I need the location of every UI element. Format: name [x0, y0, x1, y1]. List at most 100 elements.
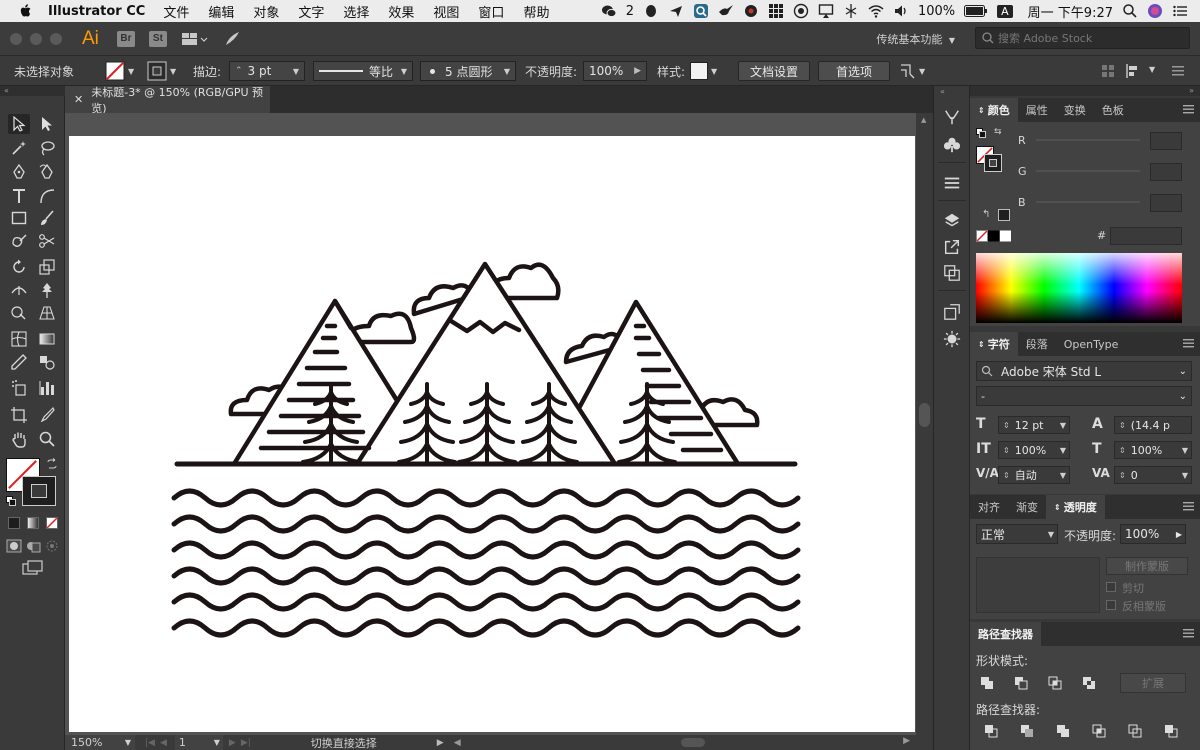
first-artboard-icon[interactable]: |◀ [145, 738, 155, 748]
opacity-field[interactable]: 100% ▶ [583, 61, 647, 81]
tab-character[interactable]: ⇕ 字符 [970, 332, 1018, 356]
artboard[interactable] [69, 136, 915, 732]
tracking-field[interactable]: ⇕ 0 ▼ [1114, 466, 1192, 484]
brushes-panel-button[interactable] [941, 106, 963, 128]
paintbrush-tool[interactable] [36, 208, 58, 228]
clock[interactable]: 周一 下午9:27 [1028, 2, 1113, 21]
intersect-icon[interactable] [1048, 676, 1062, 690]
color-spectrum[interactable] [976, 253, 1182, 323]
window-minimize-button[interactable] [30, 32, 42, 45]
window-zoom-button[interactable] [50, 32, 62, 45]
panel-menu-icon[interactable] [1183, 628, 1194, 638]
invert-mask-checkbox[interactable] [1106, 600, 1116, 610]
exclude-icon[interactable] [1082, 676, 1096, 690]
graphic-style-picker[interactable]: ▼ [690, 61, 717, 81]
eyedropper-tool[interactable] [8, 352, 30, 372]
send-icon[interactable] [668, 3, 684, 19]
screen-mode-icon[interactable] [22, 560, 44, 576]
tab-pathfinder[interactable]: 路径查找器 [970, 622, 1041, 646]
volume-icon[interactable] [893, 3, 909, 19]
tab-gradient[interactable]: 渐变 [1008, 495, 1046, 519]
channel-g-field[interactable] [1150, 163, 1182, 181]
symbols-panel-button[interactable] [941, 134, 963, 156]
stepper-icon[interactable]: ⇕ [1003, 421, 1010, 430]
rotate-tool[interactable] [8, 257, 30, 277]
hand-tool[interactable] [8, 429, 30, 449]
spotlight-icon[interactable] [1122, 3, 1138, 19]
vertical-scrollbar[interactable]: ▲ [916, 113, 933, 750]
brush-definition[interactable]: 5 点圆形 ▼ [420, 61, 516, 81]
tab-swatches[interactable]: 色板 [1094, 98, 1132, 122]
stepper-icon[interactable]: ⇕ [1119, 446, 1126, 455]
unite-icon[interactable] [980, 676, 994, 690]
slice-tool[interactable] [36, 405, 58, 425]
none-mode-button[interactable] [46, 517, 58, 529]
artboard-navigator[interactable]: 1 ▼ [174, 735, 223, 750]
draw-inside-icon[interactable] [44, 539, 60, 553]
column-graph-tool[interactable] [36, 378, 58, 398]
minus-front-icon[interactable] [1014, 676, 1028, 690]
stepper-icon[interactable]: ⇕ [1119, 421, 1126, 430]
menu-edit[interactable]: 编辑 [208, 2, 234, 21]
variable-width-profile[interactable]: 等比 ▼ [313, 61, 413, 81]
curvature-tool[interactable] [36, 162, 58, 182]
previous-artboard-icon[interactable]: ◀ [160, 738, 167, 748]
rectangle-tool[interactable] [8, 208, 30, 228]
outline-icon[interactable] [1128, 724, 1142, 738]
expand-button[interactable]: 扩展 [1120, 673, 1186, 693]
selection-tool[interactable] [8, 114, 30, 134]
blend-tool[interactable] [36, 352, 58, 372]
gradient-mode-button[interactable] [27, 517, 39, 529]
search-app-icon[interactable] [693, 3, 709, 19]
gpu-performance-icon[interactable] [223, 30, 241, 48]
pasteboard[interactable] [65, 113, 916, 735]
appearance-panel-button[interactable] [941, 328, 963, 350]
bird-icon[interactable] [718, 3, 734, 19]
wifi-icon[interactable] [868, 3, 884, 19]
scroll-up-icon[interactable]: ▲ [921, 116, 926, 124]
align-grid-icon[interactable] [1101, 64, 1115, 78]
workspace-switcher[interactable]: 传统基本功能 ▼ [876, 31, 955, 47]
out-of-gamut-icon[interactable]: ↰ [982, 209, 990, 220]
minus-back-icon[interactable] [1164, 724, 1178, 738]
qq-icon[interactable] [643, 3, 659, 19]
export-panel-button[interactable] [941, 236, 963, 258]
menu-object[interactable]: 对象 [253, 2, 279, 21]
channel-r-slider[interactable] [1036, 139, 1140, 141]
tab-color[interactable]: ⇕ 颜色 [970, 98, 1018, 122]
default-fill-stroke-icon[interactable] [6, 496, 16, 506]
dock-expand-grip[interactable]: « [940, 87, 945, 96]
collapse-panels-icon[interactable]: » [1189, 86, 1194, 95]
stock-button[interactable]: St [148, 30, 167, 47]
direct-selection-tool[interactable] [36, 114, 58, 134]
shaper-tool[interactable] [8, 231, 30, 251]
chevron-right-icon[interactable]: ▶ [634, 66, 641, 76]
crop-icon[interactable] [1092, 724, 1106, 738]
cloud-sync-icon[interactable] [743, 3, 759, 19]
color-mode-button[interactable] [8, 517, 20, 529]
panel-menu-icon[interactable] [1183, 338, 1194, 348]
shape-builder-tool[interactable] [8, 303, 30, 323]
channel-g-slider[interactable] [1036, 170, 1140, 172]
arrange-documents-icon[interactable] [181, 31, 209, 47]
type-tool[interactable] [8, 186, 30, 206]
artboard-tool[interactable] [8, 405, 30, 425]
font-size-field[interactable]: ⇕ 12 pt ▼ [998, 416, 1070, 434]
transform-options[interactable]: ▼ [898, 61, 925, 81]
chevron-down-icon[interactable]: ▼ [1149, 65, 1155, 74]
tab-align[interactable]: 对齐 [970, 495, 1008, 519]
blend-mode-select[interactable]: 正常 ▼ [976, 524, 1058, 544]
align-left-icon[interactable] [1126, 64, 1142, 78]
make-mask-button[interactable]: 制作蒙版 [1106, 557, 1188, 575]
hex-field[interactable] [1110, 227, 1182, 245]
menu-help[interactable]: 帮助 [523, 2, 549, 21]
chevron-right-icon[interactable]: ▶ [1176, 530, 1182, 539]
stock-search-input[interactable]: 搜索 Adobe Stock [975, 27, 1190, 49]
menu-view[interactable]: 视图 [433, 2, 459, 21]
mask-thumbnail[interactable] [976, 557, 1100, 613]
scale-tool[interactable] [36, 257, 58, 277]
scissors-tool[interactable] [36, 231, 58, 251]
record-icon[interactable] [793, 3, 809, 19]
tab-opentype[interactable]: OpenType [1056, 332, 1127, 356]
tab-transparency[interactable]: ⇕ 透明度 [1046, 495, 1105, 519]
